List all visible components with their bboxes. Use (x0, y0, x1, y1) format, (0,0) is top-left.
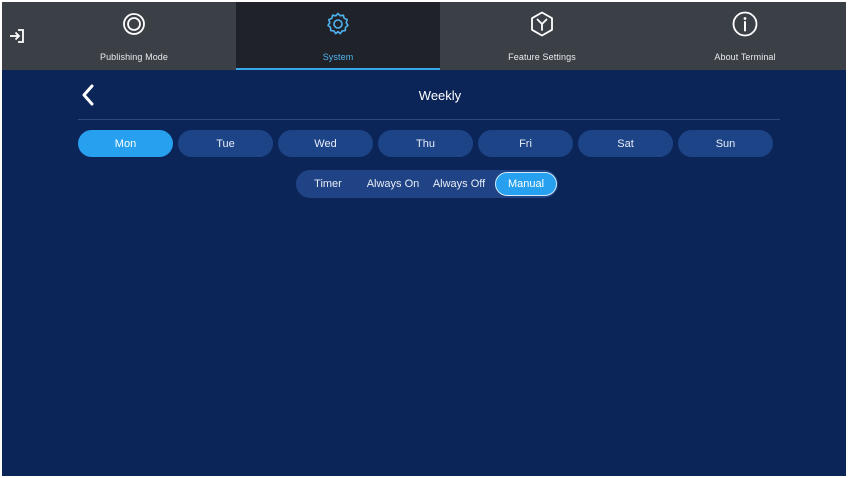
day-wed-button[interactable]: Wed (278, 130, 373, 157)
app-screen: Publishing Mode System Feature Settings (2, 2, 846, 476)
back-button[interactable] (76, 82, 100, 108)
header-divider (78, 119, 780, 120)
page-title: Weekly (418, 88, 462, 103)
mode-selector: Timer Always On Always Off Manual (296, 170, 558, 198)
top-nav-bar: Publishing Mode System Feature Settings (2, 2, 846, 70)
day-thu-button[interactable]: Thu (378, 130, 473, 157)
mode-always-on-button[interactable]: Always On (360, 170, 426, 198)
tab-label: Feature Settings (508, 52, 576, 62)
tab-about-terminal[interactable]: About Terminal (644, 2, 846, 70)
publishing-icon (119, 9, 149, 39)
tab-system[interactable]: System (236, 2, 440, 70)
day-mon-button[interactable]: Mon (78, 130, 173, 157)
mode-always-off-button[interactable]: Always Off (426, 170, 492, 198)
tab-label: System (322, 52, 354, 62)
day-sun-button[interactable]: Sun (678, 130, 773, 157)
active-tab-indicator (236, 68, 440, 70)
day-tue-button[interactable]: Tue (178, 130, 273, 157)
exit-icon (10, 29, 24, 43)
tab-feature-settings[interactable]: Feature Settings (440, 2, 644, 70)
feature-icon (527, 9, 557, 39)
info-icon (730, 9, 760, 39)
gear-icon (323, 9, 353, 39)
mode-manual-button[interactable]: Manual (495, 172, 557, 196)
tab-publishing-mode[interactable]: Publishing Mode (32, 2, 236, 70)
day-sat-button[interactable]: Sat (578, 130, 673, 157)
tab-label: Publishing Mode (99, 52, 169, 62)
day-fri-button[interactable]: Fri (478, 130, 573, 157)
chevron-left-icon (82, 84, 94, 106)
mode-timer-button[interactable]: Timer (304, 170, 352, 198)
exit-button[interactable] (2, 2, 32, 70)
tab-label: About Terminal (714, 52, 776, 62)
